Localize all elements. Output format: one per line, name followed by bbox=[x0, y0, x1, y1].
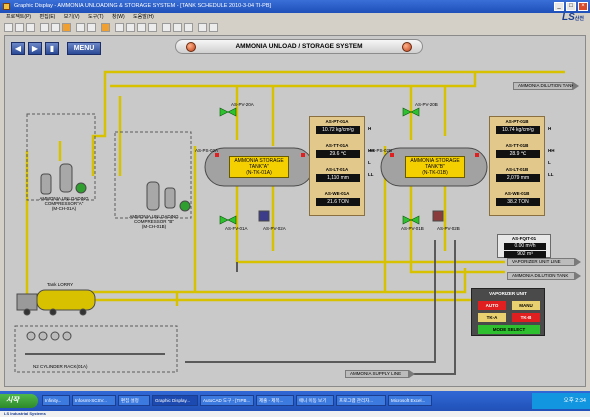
flow-total-value: 902 m³ bbox=[504, 251, 546, 258]
weight-a-value: 21.6 TON bbox=[316, 198, 360, 206]
header-lamp-right bbox=[402, 42, 412, 52]
dilution-tank-arrow-bottom: AMMONIA DILUTION TANK bbox=[507, 272, 581, 280]
window-title: Graphic Display - AMMONIA UNLOADING & ST… bbox=[14, 3, 272, 9]
print-icon[interactable] bbox=[198, 23, 207, 32]
window-title-bar: Graphic Display - AMMONIA UNLOADING & ST… bbox=[0, 0, 590, 13]
task-0[interactable]: Infinity... bbox=[42, 395, 70, 406]
pressure-b-value: 10.74 kg/cm²g bbox=[496, 126, 540, 134]
align-left-icon[interactable] bbox=[162, 23, 171, 32]
task-5[interactable]: 제출 - 제목... bbox=[256, 395, 294, 406]
valve-tag-pv20a[interactable]: AS-PV-20A bbox=[231, 102, 254, 107]
menu-help[interactable]: 도움말(H) bbox=[133, 14, 154, 20]
valve-tag-pv20b[interactable]: AS-PV-20B bbox=[415, 102, 438, 107]
valve-tag-pv01a[interactable]: AS-FV-01A bbox=[225, 226, 248, 231]
start-button[interactable]: 시작 bbox=[0, 394, 38, 408]
tank-a-select-button[interactable]: TK-A bbox=[478, 313, 506, 322]
mode-select-button[interactable]: MODE SELECT bbox=[478, 325, 540, 334]
hmi-screen: ◀ ▶ ▮ MENU AMMONIA UNLOAD / STORAGE SYST… bbox=[4, 35, 586, 387]
close-button[interactable]: × bbox=[578, 2, 588, 11]
valve-tag-pv02b[interactable]: AS-PV-02B bbox=[437, 226, 460, 231]
task-2[interactable]: 편집 설정 bbox=[118, 395, 150, 406]
task-8[interactable]: Microsoft Excel... bbox=[388, 395, 432, 406]
alarm-h-a: H bbox=[368, 126, 372, 131]
align-center-icon[interactable] bbox=[173, 23, 182, 32]
alarm-l-a: L bbox=[368, 160, 371, 165]
valve-tag-pv02a[interactable]: AS-PV-02A bbox=[263, 226, 286, 231]
tank-a-instrument-panel: AS-PT-01A 10.72 kg/cm²g AS-TT-01A 29.6 ℃… bbox=[309, 116, 365, 216]
vaporizer-line-arrow: VAPORIZER UNIT LINE bbox=[507, 258, 581, 266]
toolbar bbox=[0, 22, 555, 34]
task-7[interactable]: 프로그램 관리자... bbox=[336, 395, 386, 406]
weight-b-value: 38.2 TON bbox=[496, 198, 540, 206]
home-button[interactable]: ▮ bbox=[45, 42, 59, 55]
vaporizer-control-panel: VAPORIZER UNIT AUTO MANU TK-A TK-B MODE … bbox=[471, 288, 545, 336]
system-tray-clock[interactable]: 오후 2:34 bbox=[532, 393, 590, 409]
task-3[interactable]: Graphic Display... bbox=[152, 395, 198, 406]
undo-icon[interactable] bbox=[76, 23, 85, 32]
task-1[interactable]: Infosmt-SCSV... bbox=[72, 395, 116, 406]
cylinder-rack-label: N2 CYLINDER RACK(01A) bbox=[33, 364, 88, 369]
manual-button[interactable]: MANU bbox=[512, 301, 540, 310]
menu-project[interactable]: 프로젝트(P) bbox=[6, 14, 31, 20]
forward-button[interactable]: ▶ bbox=[28, 42, 42, 55]
align-right-icon[interactable] bbox=[184, 23, 193, 32]
temperature-b-value: 28.9 ℃ bbox=[496, 150, 540, 158]
alarm-h-b: H bbox=[548, 126, 552, 131]
tank-b-instrument-panel: AS-PT-01B 10.74 kg/cm²g AS-TT-01B 28.9 ℃… bbox=[489, 116, 545, 216]
task-6[interactable]: 애니 이동 보기 bbox=[296, 395, 334, 406]
new-icon[interactable] bbox=[4, 23, 13, 32]
switch-tag-ps02a: AS-PS-02A bbox=[195, 148, 219, 153]
cut-icon[interactable] bbox=[40, 23, 49, 32]
temperature-a-value: 29.6 ℃ bbox=[316, 150, 360, 158]
valve-tag-pv01b[interactable]: AS-PV-01B bbox=[401, 226, 424, 231]
menu-button[interactable]: MENU bbox=[67, 42, 101, 55]
menu-view[interactable]: 보기(V) bbox=[64, 14, 80, 20]
save-icon[interactable] bbox=[26, 23, 35, 32]
grid-icon[interactable] bbox=[148, 23, 157, 32]
alarm-ll-a: LL bbox=[368, 172, 374, 177]
supply-line-arrow: AMMONIA SUPPLY LINE bbox=[345, 370, 415, 378]
menu-edit[interactable]: 편집(E) bbox=[39, 14, 55, 20]
alarm-l-b: L bbox=[548, 160, 551, 165]
tank-b-select-button[interactable]: TK-B bbox=[512, 313, 540, 322]
ls-logo: LS산전 bbox=[562, 12, 584, 23]
dilution-tank-arrow-top: AMMONIA DILUTION TANK bbox=[513, 82, 579, 90]
tank-b-label[interactable]: AMMONIA STORAGE TANK"B" (N-TK-01B) bbox=[405, 156, 465, 178]
flow-rate-value: 0.00 m³/h bbox=[504, 243, 546, 250]
zoom-fit-icon[interactable] bbox=[137, 23, 146, 32]
task-4[interactable]: AutoCAD 도구 - [TIPB... bbox=[200, 395, 254, 406]
app-icon bbox=[3, 3, 10, 10]
menubar: 프로젝트(P) 편집(E) 보기(V) 도구(T) 창(W) 도움말(H) bbox=[0, 13, 555, 22]
menu-tools[interactable]: 도구(T) bbox=[88, 14, 104, 20]
switch-tag-ps02b: AS-PS-02B bbox=[369, 148, 393, 153]
tank-a-label[interactable]: AMMONIA STORAGE TANK"A" (N-TK-01A) bbox=[229, 156, 289, 178]
pressure-a-value: 10.72 kg/cm²g bbox=[316, 126, 360, 134]
auto-button[interactable]: AUTO bbox=[478, 301, 506, 310]
help-icon[interactable] bbox=[209, 23, 218, 32]
flow-meter-panel: AS-FQIT-01 0.00 m³/h 902 m³ bbox=[497, 234, 551, 258]
zoom-in-icon[interactable] bbox=[115, 23, 124, 32]
minimize-button[interactable]: _ bbox=[554, 2, 564, 11]
taskbar: 시작 Infinity... Infosmt-SCSV... 편집 설정 Gra… bbox=[0, 391, 590, 417]
maximize-button[interactable]: □ bbox=[566, 2, 576, 11]
header-lamp-left bbox=[186, 42, 196, 52]
compressor-a-label: AMMONIA UNLOADING COMPRESSOR"A" (M-CH-01A) bbox=[39, 196, 89, 211]
copy-icon[interactable] bbox=[51, 23, 60, 32]
brand-footer: LS Industrial Systems bbox=[0, 411, 590, 417]
open-icon[interactable] bbox=[15, 23, 24, 32]
lorry-label: Tank LORRY bbox=[47, 282, 74, 287]
alarm-ll-b: LL bbox=[548, 172, 554, 177]
zoom-out-icon[interactable] bbox=[126, 23, 135, 32]
level-b-value: 2,079 mm bbox=[496, 174, 540, 182]
run-icon[interactable] bbox=[101, 23, 110, 32]
back-button[interactable]: ◀ bbox=[11, 42, 25, 55]
paste-icon[interactable] bbox=[62, 23, 71, 32]
redo-icon[interactable] bbox=[87, 23, 96, 32]
alarm-hh-b: HH bbox=[548, 148, 555, 153]
level-a-value: 1,110 mm bbox=[316, 174, 360, 182]
compressor-b-label: AMMONIA UNLOADING COMPRESSOR "B" (M-CH-01B… bbox=[129, 214, 179, 229]
page-title: AMMONIA UNLOAD / STORAGE SYSTEM bbox=[175, 39, 423, 54]
menu-window[interactable]: 창(W) bbox=[112, 14, 125, 20]
